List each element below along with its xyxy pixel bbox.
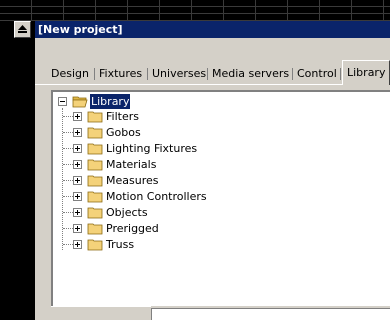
folder-icon bbox=[87, 159, 103, 171]
project-window: [New project] Design Fixtures Universes … bbox=[35, 21, 390, 320]
tab-bar: Design Fixtures Universes Media servers … bbox=[35, 38, 390, 86]
expand-toggle[interactable] bbox=[73, 176, 82, 185]
expand-toggle[interactable] bbox=[73, 128, 82, 137]
viewport-grid bbox=[0, 0, 390, 21]
tab-separator bbox=[340, 68, 341, 80]
tab-control[interactable]: Control bbox=[293, 64, 341, 84]
tree-node-label[interactable]: Materials bbox=[105, 157, 157, 172]
tab-media-servers[interactable]: Media servers bbox=[208, 64, 293, 84]
folder-icon bbox=[87, 127, 103, 139]
expand-toggle[interactable] bbox=[73, 224, 82, 233]
tree-node-label[interactable]: Lighting Fixtures bbox=[105, 141, 198, 156]
tree-node-label[interactable]: Library bbox=[90, 94, 131, 109]
details-pane[interactable] bbox=[151, 308, 390, 320]
folder-icon bbox=[87, 111, 103, 123]
tree-node-label[interactable]: Filters bbox=[105, 109, 140, 124]
tab-page-border bbox=[35, 84, 390, 85]
tree-node-label[interactable]: Motion Controllers bbox=[105, 189, 208, 204]
tab-design[interactable]: Design bbox=[47, 64, 93, 84]
tree-node-label[interactable]: Prerigged bbox=[105, 221, 160, 236]
preview-panel bbox=[51, 306, 151, 320]
tab-library[interactable]: Library bbox=[342, 60, 390, 85]
expand-toggle[interactable] bbox=[73, 192, 82, 201]
folder-icon bbox=[87, 239, 103, 251]
collapse-panel-button[interactable] bbox=[14, 21, 31, 38]
expand-toggle[interactable] bbox=[73, 240, 82, 249]
collapse-toggle[interactable] bbox=[58, 97, 67, 106]
tab-universes[interactable]: Universes bbox=[148, 64, 210, 84]
expand-toggle[interactable] bbox=[73, 144, 82, 153]
folder-icon bbox=[87, 207, 103, 219]
tree-node-label[interactable]: Truss bbox=[105, 237, 135, 252]
tab-fixtures[interactable]: Fixtures bbox=[95, 64, 146, 84]
tree-node-label[interactable]: Measures bbox=[105, 173, 159, 188]
tree-node-label[interactable]: Gobos bbox=[105, 125, 142, 140]
expand-toggle[interactable] bbox=[73, 208, 82, 217]
left-panel bbox=[0, 21, 14, 320]
folder-icon bbox=[87, 223, 103, 235]
library-tree[interactable]: Library Filters Gobos Lighting Fixtures … bbox=[51, 90, 390, 306]
expand-toggle[interactable] bbox=[73, 160, 82, 169]
folder-open-icon bbox=[72, 96, 88, 108]
eject-icon bbox=[18, 25, 27, 33]
folder-icon bbox=[87, 191, 103, 203]
expand-toggle[interactable] bbox=[73, 112, 82, 121]
tree-node-label[interactable]: Objects bbox=[105, 205, 149, 220]
folder-icon bbox=[87, 175, 103, 187]
folder-icon bbox=[87, 143, 103, 155]
window-title[interactable]: [New project] bbox=[35, 21, 390, 38]
